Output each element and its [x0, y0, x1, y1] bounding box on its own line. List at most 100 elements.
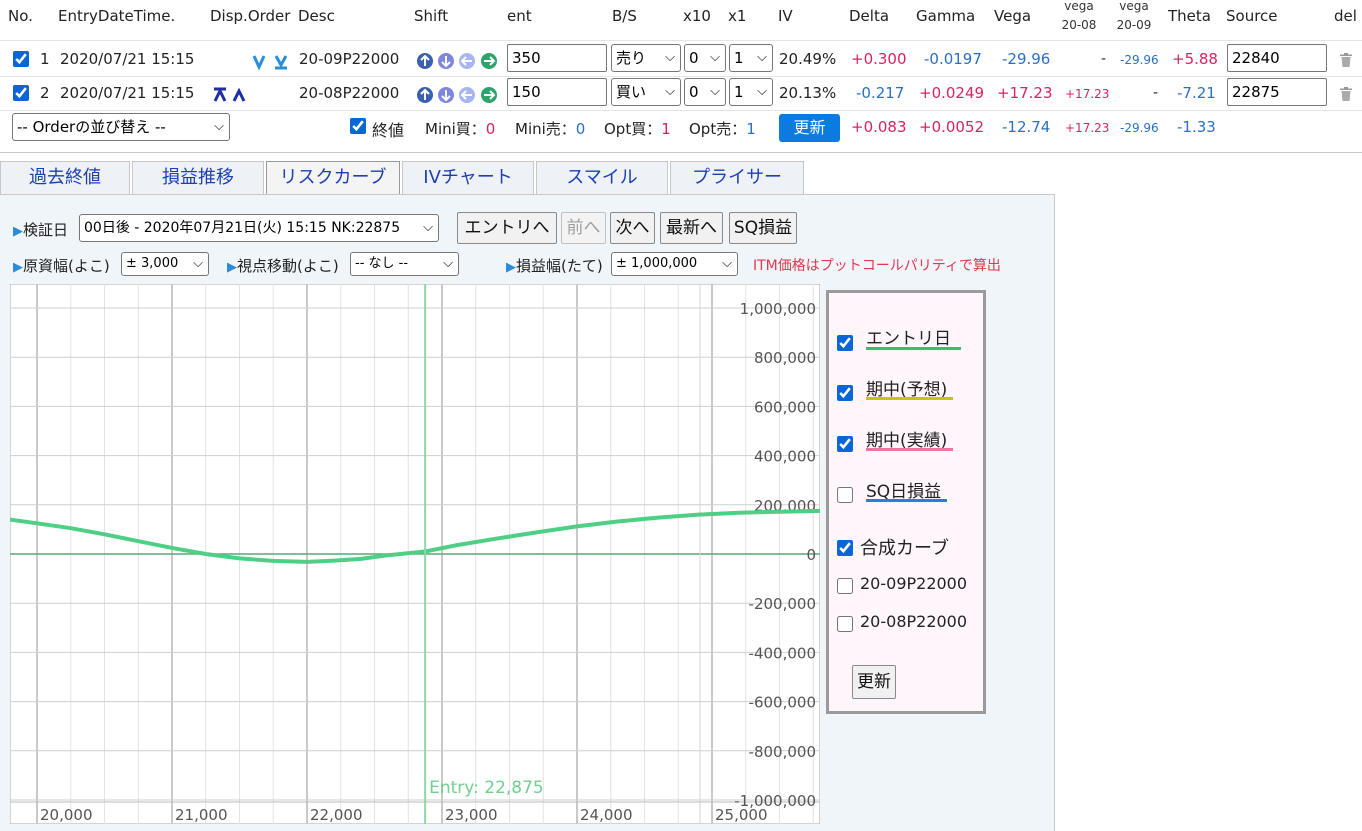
view-shift-select[interactable]: -- なし -- ⌵: [350, 252, 459, 276]
legend-update-button[interactable]: 更新: [852, 665, 896, 699]
trash-icon[interactable]: [1340, 53, 1352, 67]
sq-pl-line: [866, 499, 947, 502]
row2-source-input[interactable]: [1227, 78, 1327, 106]
header-shift: Shift: [414, 7, 449, 25]
row2-move-up-icons[interactable]: [212, 86, 252, 104]
row1-gamma: -0.0197: [924, 50, 982, 68]
row1-vega-20-08: -: [1101, 51, 1107, 67]
mid-actual-checkbox[interactable]: [837, 436, 853, 452]
row2-delta: -0.217: [856, 84, 905, 102]
header-no: No.: [8, 7, 33, 25]
header-divider: [0, 40, 1362, 41]
summary-vega-20-08: +17.23: [1065, 121, 1110, 135]
mini-buy: Mini買：0: [425, 120, 496, 138]
move-bottom-icon: [274, 55, 288, 70]
pl-range-select[interactable]: ± 1,000,000 ⌵: [611, 252, 738, 276]
tab-smile[interactable]: スマイル: [536, 161, 668, 194]
row1-x1-select[interactable]: 1 ⌵: [729, 44, 773, 72]
row2-vega-20-08: +17.23: [1065, 87, 1110, 101]
composite-label: 合成カーブ: [860, 538, 949, 559]
x-tick-label: 23,000: [445, 806, 498, 824]
row2-shift-icons[interactable]: [416, 86, 502, 104]
entry-day-line: [866, 347, 961, 350]
leg1-checkbox[interactable]: [837, 578, 853, 594]
header-source: Source: [1226, 7, 1278, 25]
leg2-label: 20-08P22000: [860, 612, 968, 631]
latest-button[interactable]: 最新へ: [660, 212, 723, 244]
verify-date-select[interactable]: 00日後 - 2020年07月21日(火) 15:15 NK:22875 ⌵: [79, 214, 439, 242]
composite-checkbox[interactable]: [837, 540, 853, 556]
row1-move-down-icons[interactable]: [252, 53, 292, 71]
entry-button[interactable]: エントリへ: [457, 212, 557, 244]
row1-x10-select[interactable]: 0 ⌵: [684, 44, 726, 72]
row1-bs-select[interactable]: 売り ⌵: [611, 44, 681, 72]
x-tick-label: 21,000: [175, 806, 228, 824]
header-bs: B/S: [612, 7, 637, 25]
entry-day-label: エントリ日: [866, 329, 951, 349]
prev-button[interactable]: 前へ: [561, 212, 606, 244]
row1-vega-20-09: -29.96: [1120, 53, 1159, 67]
row1-desc: 20-09P22000: [299, 50, 400, 68]
header-theta: Theta: [1168, 7, 1211, 25]
mid-forecast-checkbox[interactable]: [837, 385, 853, 401]
next-button[interactable]: 次へ: [610, 212, 655, 244]
row2-select-checkbox[interactable]: [13, 85, 29, 101]
trash-icon[interactable]: [1340, 87, 1352, 101]
play-triangle-icon: ▶: [13, 224, 23, 239]
entry-day-checkbox[interactable]: [837, 335, 853, 351]
summary-update-button[interactable]: 更新: [779, 114, 840, 142]
row1-vega: -29.96: [1002, 50, 1051, 68]
mini-sell: Mini売：0: [515, 120, 586, 138]
chevron-down-icon: ⌵: [665, 50, 675, 65]
sq-pl-button[interactable]: SQ損益: [729, 212, 797, 244]
header-delta: Delta: [849, 7, 890, 25]
row2-x10-select[interactable]: 0 ⌵: [684, 78, 726, 106]
row1-theta: +5.88: [1172, 50, 1218, 68]
mid-forecast-line: [866, 397, 953, 400]
play-triangle-icon: ▶: [506, 260, 516, 275]
y-tick-label: -400,000: [749, 644, 816, 662]
header-x1: x1: [728, 7, 747, 25]
row2-datetime: 2020/07/21 15:15: [60, 84, 195, 102]
row2-x1-select[interactable]: 1 ⌵: [729, 78, 773, 106]
row1-shift-icons[interactable]: [416, 52, 502, 70]
row1-source-input[interactable]: [1227, 44, 1327, 72]
header-ent: ent: [507, 7, 532, 25]
y-tick-label: 800,000: [754, 349, 816, 367]
row1-ent-input[interactable]: [507, 44, 607, 72]
sq-pl-checkbox[interactable]: [837, 487, 853, 503]
summary-divider: [0, 152, 1362, 153]
range-label: ▶原資幅(よこ): [13, 257, 110, 275]
close-price-checkbox[interactable]: [350, 118, 366, 134]
leg2-checkbox[interactable]: [837, 616, 853, 632]
chevron-down-icon: ⌵: [722, 256, 732, 271]
row2-bs-select[interactable]: 買い ⌵: [611, 78, 681, 106]
row1-delta: +0.300: [851, 50, 907, 68]
chevron-down-icon: ⌵: [757, 50, 767, 65]
range-select[interactable]: ± 3,000 ⌵: [121, 252, 209, 276]
tab-iv-chart[interactable]: IVチャート: [402, 161, 534, 194]
tab-past-close[interactable]: 過去終値: [0, 161, 130, 194]
row2-ent-input[interactable]: [507, 78, 607, 106]
header-x10: x10: [683, 7, 711, 25]
tab-risk-curve[interactable]: リスクカーブ: [266, 161, 400, 194]
header-vega: Vega: [994, 7, 1032, 25]
verify-date-label: ▶検証日: [13, 221, 69, 239]
y-tick-label: 1,000,000: [740, 300, 816, 318]
summary-gamma: +0.0052: [919, 118, 985, 136]
row1-select-checkbox[interactable]: [13, 51, 29, 67]
tab-pl-trend[interactable]: 損益推移: [132, 161, 264, 194]
row-divider: [0, 76, 1362, 77]
row2-gamma: +0.0249: [919, 84, 985, 102]
row2-vega-20-09: -: [1153, 85, 1159, 101]
view-shift-label: ▶視点移動(よこ): [227, 257, 339, 275]
pl-range-label: ▶損益幅(たて): [506, 257, 603, 275]
chevron-down-icon: ⌵: [710, 50, 720, 65]
tab-pricer[interactable]: プライサー: [670, 161, 804, 194]
header-entry-datetime: EntryDateTime.: [58, 7, 176, 25]
order-sort-select[interactable]: -- Orderの並び替え -- ⌵: [12, 113, 230, 141]
row1-no: 1: [40, 50, 50, 68]
chevron-down-icon: ⌵: [214, 119, 224, 134]
play-triangle-icon: ▶: [13, 260, 23, 275]
x-tick-label: 20,000: [40, 806, 93, 824]
